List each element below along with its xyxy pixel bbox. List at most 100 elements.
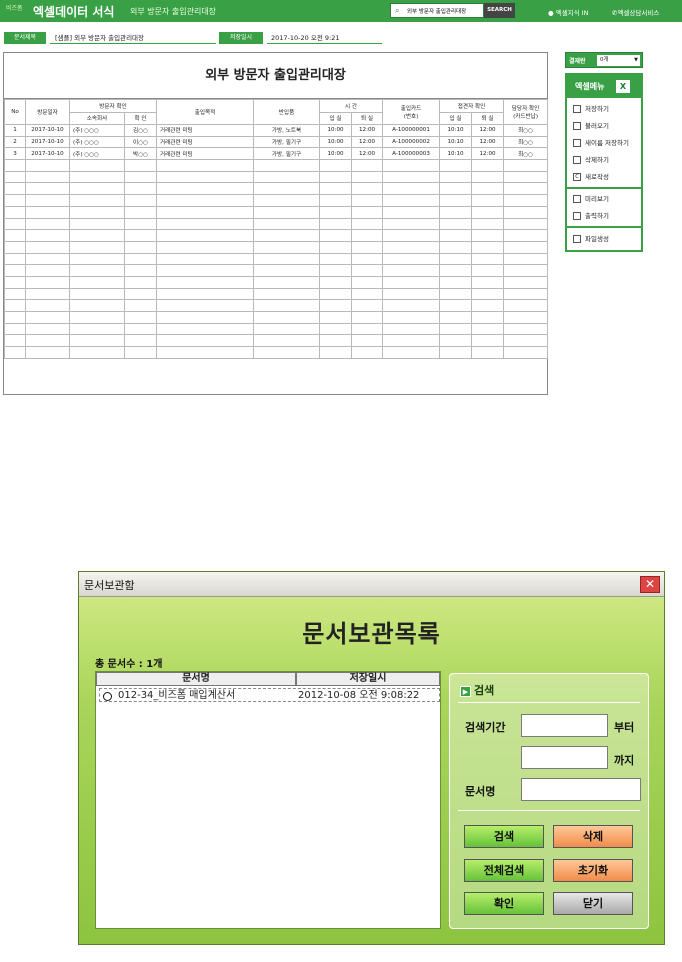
table-cell[interactable] — [471, 170, 505, 184]
table-cell[interactable] — [471, 334, 505, 348]
table-cell[interactable] — [351, 182, 384, 196]
table-cell[interactable] — [351, 229, 384, 242]
table-cell[interactable] — [382, 240, 441, 254]
table-cell[interactable]: 가방, 필기구 — [253, 147, 321, 161]
table-cell[interactable]: 10:10 — [439, 124, 473, 137]
brand-title[interactable]: 엑셀데이터 서식 — [33, 3, 114, 20]
table-cell[interactable] — [69, 182, 125, 196]
menu-load[interactable]: 불러오기 — [571, 119, 641, 133]
table-cell[interactable] — [123, 287, 158, 301]
column-save-date[interactable]: 저장일시 — [296, 672, 440, 686]
table-cell[interactable] — [503, 170, 549, 184]
table-cell[interactable] — [156, 275, 255, 289]
menu-new[interactable]: C 새로작성 — [571, 170, 641, 184]
table-cell[interactable] — [123, 275, 158, 289]
table-cell[interactable] — [253, 334, 321, 348]
table-cell[interactable] — [69, 287, 125, 301]
table-cell[interactable]: A-100000003 — [382, 147, 441, 161]
delete-button[interactable]: 삭제 — [553, 825, 633, 848]
menu-save[interactable]: 저장하기 — [571, 102, 641, 116]
table-cell[interactable] — [253, 287, 321, 301]
table-cell[interactable]: 최○○ — [503, 135, 549, 149]
table-cell[interactable] — [382, 205, 441, 219]
table-cell[interactable] — [69, 346, 125, 359]
table-cell[interactable] — [471, 264, 505, 277]
table-cell[interactable] — [25, 205, 70, 219]
table-cell[interactable] — [4, 346, 26, 359]
table-cell[interactable] — [382, 217, 441, 231]
table-cell[interactable] — [439, 240, 473, 254]
table-cell[interactable] — [319, 334, 353, 348]
table-cell[interactable] — [503, 205, 549, 219]
table-cell[interactable] — [439, 322, 473, 336]
table-cell[interactable] — [503, 182, 549, 196]
table-cell[interactable] — [503, 299, 549, 312]
table-cell[interactable]: 12:00 — [351, 124, 384, 137]
table-cell[interactable] — [382, 346, 441, 359]
table-cell[interactable] — [439, 217, 473, 231]
table-cell[interactable] — [4, 205, 26, 219]
table-cell[interactable] — [471, 252, 505, 266]
table-cell[interactable] — [319, 159, 353, 172]
table-cell[interactable] — [471, 182, 505, 196]
table-cell[interactable] — [4, 311, 26, 324]
table-cell[interactable] — [123, 159, 158, 172]
table-cell[interactable] — [439, 264, 473, 277]
table-cell[interactable] — [351, 205, 384, 219]
table-cell[interactable] — [156, 264, 255, 277]
table-cell[interactable]: 가방, 노트북 — [253, 124, 321, 137]
table-cell[interactable] — [471, 311, 505, 324]
table-cell[interactable]: 이○○ — [123, 135, 158, 149]
table-cell[interactable] — [123, 346, 158, 359]
table-cell[interactable]: 3 — [4, 147, 26, 161]
table-cell[interactable] — [382, 159, 441, 172]
document-list[interactable]: 문서명 저장일시 012-34_비즈폼 매입계산서 2012-10-08 오전 … — [95, 671, 441, 929]
table-cell[interactable] — [25, 240, 70, 254]
table-cell[interactable] — [123, 229, 158, 242]
table-cell[interactable] — [439, 159, 473, 172]
table-cell[interactable] — [156, 194, 255, 207]
table-cell[interactable]: A-100000001 — [382, 124, 441, 137]
table-cell[interactable] — [351, 299, 384, 312]
period-from-input[interactable] — [521, 714, 608, 737]
table-cell[interactable] — [123, 194, 158, 207]
table-cell[interactable]: 12:00 — [351, 147, 384, 161]
table-cell[interactable] — [253, 240, 321, 254]
table-cell[interactable]: 12:00 — [471, 135, 505, 149]
table-cell[interactable] — [253, 229, 321, 242]
table-cell[interactable] — [156, 346, 255, 359]
table-cell[interactable] — [503, 240, 549, 254]
table-cell[interactable] — [503, 194, 549, 207]
table-cell[interactable] — [123, 205, 158, 219]
table-cell[interactable] — [382, 229, 441, 242]
table-cell[interactable] — [503, 311, 549, 324]
ok-button[interactable]: 확인 — [464, 892, 544, 915]
table-cell[interactable] — [439, 334, 473, 348]
menu-create-file[interactable]: 파일생성 — [571, 232, 641, 246]
table-cell[interactable]: 10:00 — [319, 147, 353, 161]
table-cell[interactable] — [253, 170, 321, 184]
table-cell[interactable] — [382, 182, 441, 196]
table-cell[interactable] — [4, 240, 26, 254]
table-cell[interactable] — [503, 264, 549, 277]
menu-save-as[interactable]: 새이름 저장하기 — [571, 136, 641, 150]
table-cell[interactable] — [4, 275, 26, 289]
search-button[interactable]: SEARCH — [484, 3, 515, 18]
table-cell[interactable] — [4, 229, 26, 242]
table-cell[interactable] — [25, 217, 70, 231]
table-cell[interactable] — [25, 346, 70, 359]
table-cell[interactable]: 12:00 — [351, 135, 384, 149]
table-cell[interactable] — [439, 170, 473, 184]
menu-print[interactable]: 출력하기 — [571, 209, 641, 223]
table-cell[interactable]: 10:00 — [319, 124, 353, 137]
table-cell[interactable] — [69, 205, 125, 219]
table-cell[interactable] — [471, 240, 505, 254]
table-cell[interactable] — [25, 182, 70, 196]
reset-button[interactable]: 초기화 — [553, 859, 633, 882]
table-cell[interactable] — [503, 334, 549, 348]
table-cell[interactable] — [156, 287, 255, 301]
table-cell[interactable] — [253, 264, 321, 277]
table-cell[interactable] — [69, 170, 125, 184]
table-cell[interactable] — [439, 299, 473, 312]
table-cell[interactable] — [4, 299, 26, 312]
